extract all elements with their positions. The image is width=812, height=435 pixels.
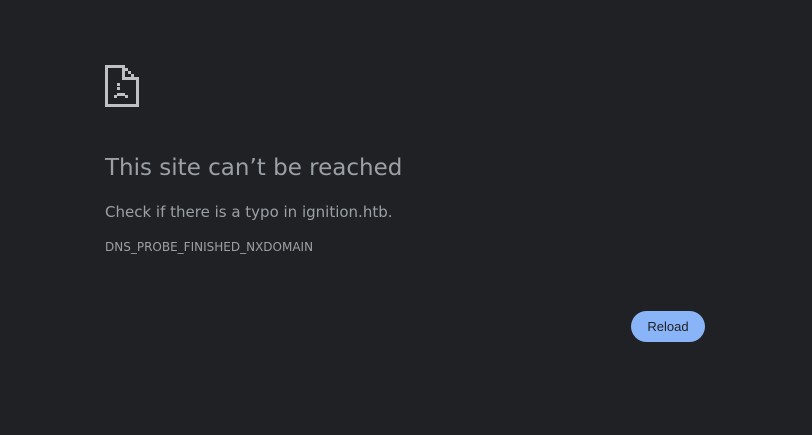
error-headline: This site can’t be reached	[105, 155, 403, 181]
error-code: DNS_PROBE_FINISHED_NXDOMAIN	[105, 240, 314, 254]
error-page: This site can’t be reached Check if ther…	[0, 0, 812, 435]
error-suggestion: Check if there is a typo in ignition.htb…	[105, 203, 393, 221]
reload-button[interactable]: Reload	[631, 311, 705, 342]
sad-document-icon	[105, 65, 139, 107]
